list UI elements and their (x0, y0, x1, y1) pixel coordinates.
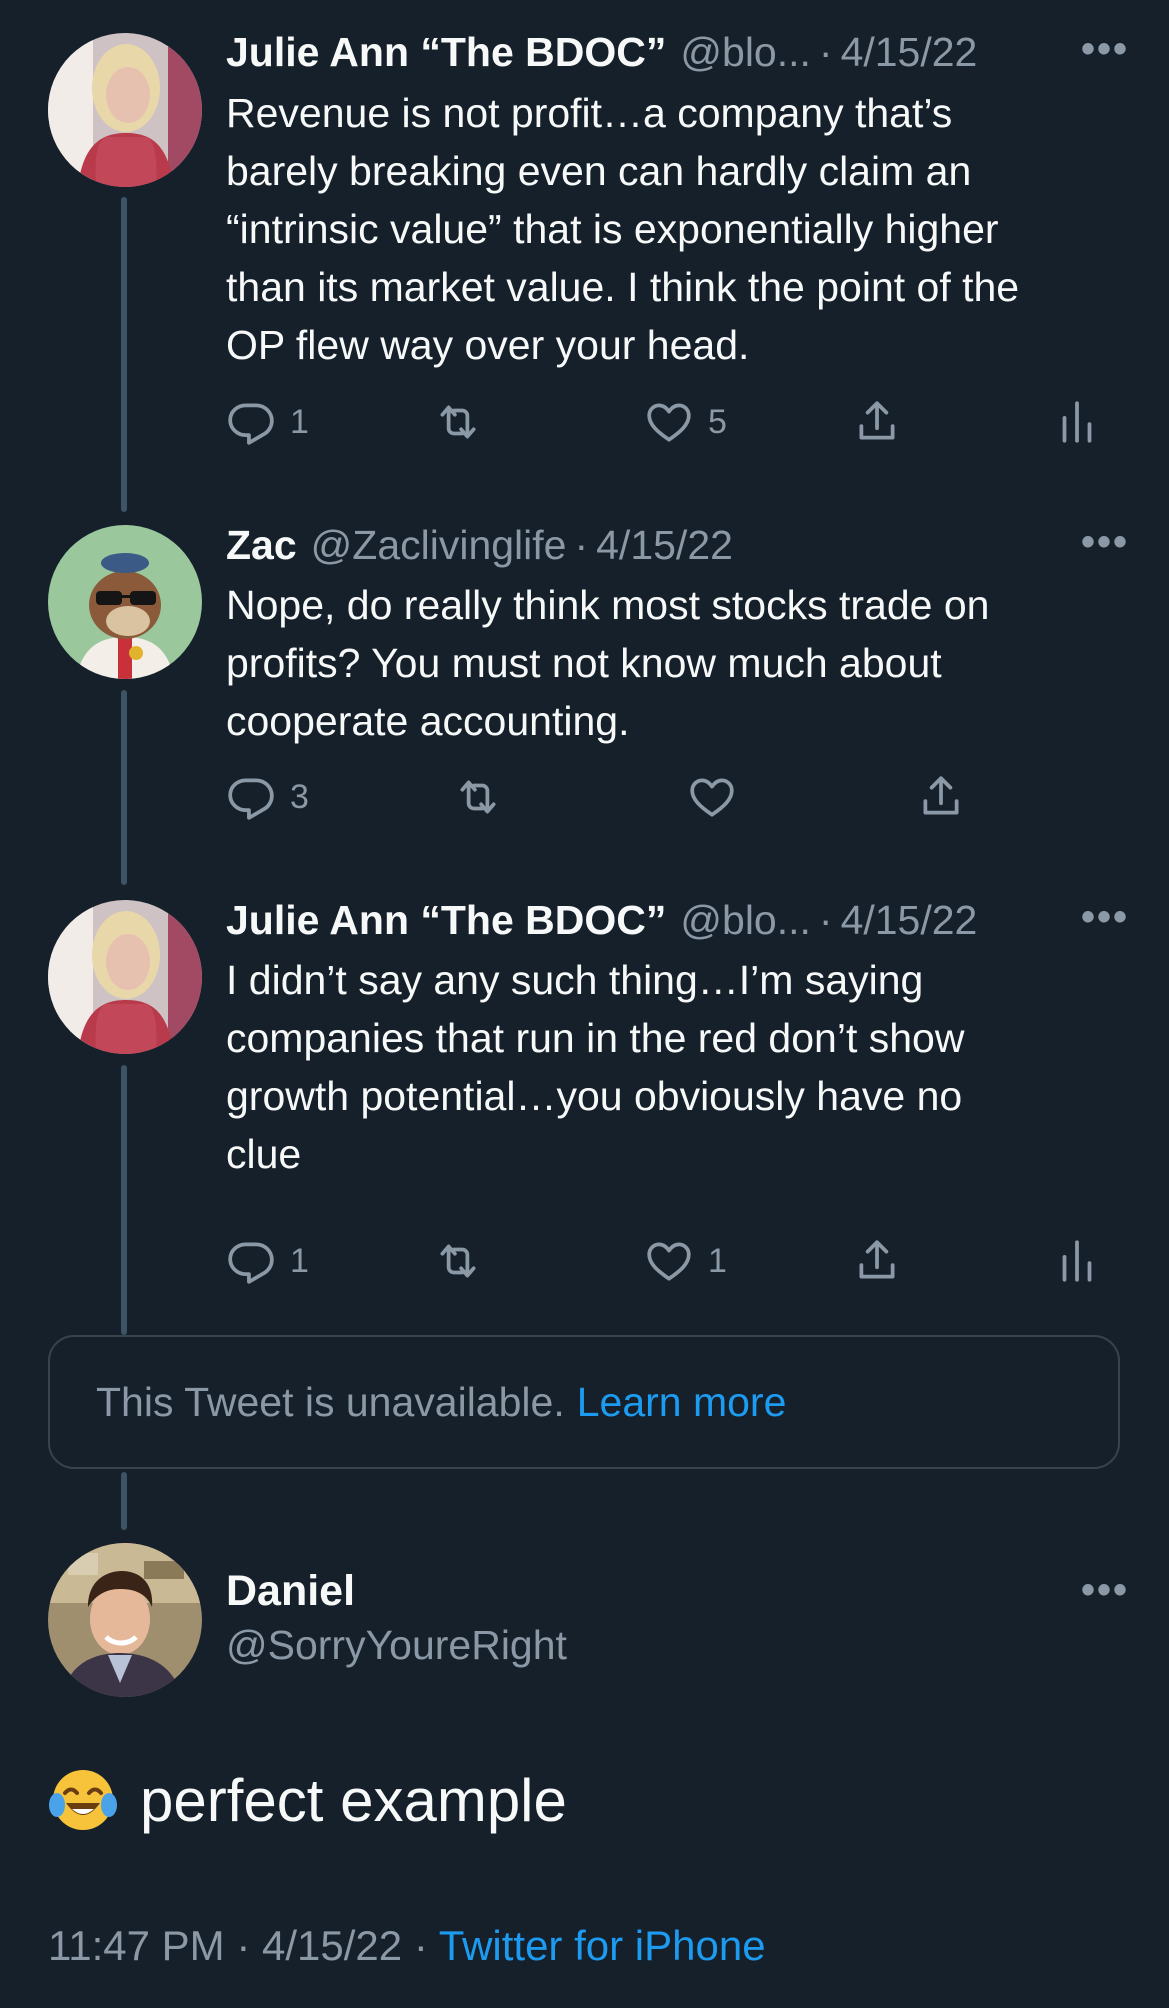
like-button[interactable] (687, 767, 737, 827)
share-button[interactable] (852, 1231, 902, 1291)
text-line: growth potential…you obviously have no (226, 1073, 963, 1119)
thread-line (121, 1472, 127, 1530)
tweet-text: Nope, do really think most stocks trade … (226, 576, 1129, 750)
share-icon (916, 772, 966, 822)
unavailable-tweet-notice: This Tweet is unavailable. Learn more (48, 1335, 1120, 1469)
like-count: 1 (708, 1241, 727, 1280)
like-icon (644, 1236, 694, 1286)
tweet-date[interactable]: 4/15/22 (841, 29, 978, 76)
thread-line (121, 690, 127, 885)
more-icon[interactable]: ••• (1081, 27, 1129, 72)
main-tweet-text: perfect example (48, 1765, 567, 1835)
analytics-icon (1052, 397, 1102, 447)
reply-button[interactable]: 1 (226, 392, 309, 452)
separator: · (236, 1922, 251, 1969)
tweet-actions: 3 (226, 767, 1116, 827)
tweet-header: Zac @Zaclivinglife · 4/15/22 ••• (226, 520, 1129, 570)
display-name[interactable]: Zac (226, 522, 297, 569)
separator: · (413, 1922, 428, 1969)
reply-icon (226, 772, 276, 822)
retweet-icon (453, 772, 503, 822)
text-line: barely breaking even can hardly claim an (226, 148, 972, 194)
separator: · (818, 28, 833, 75)
username[interactable]: @blo... (680, 29, 811, 76)
tweet-actions: 1 1 (226, 1231, 1116, 1291)
retweet-button[interactable] (433, 392, 483, 452)
share-icon (852, 1236, 902, 1286)
reply-tweet-2[interactable]: Zac @Zaclivinglife · 4/15/22 ••• Nope, d… (0, 520, 1169, 885)
tweet-metadata: 11:47 PM · 4/15/22 · Twitter for iPhone (48, 1922, 766, 1970)
reply-count: 3 (290, 777, 309, 816)
tweet-source-link[interactable]: Twitter for iPhone (439, 1922, 766, 1969)
tweet-date[interactable]: 4/15/22 (596, 522, 733, 569)
text-line: I didn’t say any such thing…I’m saying (226, 957, 924, 1003)
share-icon (852, 397, 902, 447)
retweet-icon (433, 1236, 483, 1286)
thread-line (121, 1065, 127, 1335)
analytics-button[interactable] (1052, 392, 1102, 452)
username[interactable]: @Zaclivinglife (311, 522, 567, 569)
tweet-date[interactable]: 4/15/22 (841, 897, 978, 944)
text-line: clue (226, 1131, 302, 1177)
display-name[interactable]: Julie Ann “The BDOC” (226, 29, 666, 76)
text-line: profits? You must not know much about (226, 640, 942, 686)
username[interactable]: @SorryYoureRight (226, 1622, 567, 1669)
reply-tweet-3[interactable]: Julie Ann “The BDOC” @blo... · 4/15/22 •… (0, 895, 1169, 1335)
tweet-text: Revenue is not profit…a company that’s b… (226, 84, 1129, 374)
tweet-header: Julie Ann “The BDOC” @blo... · 4/15/22 •… (226, 27, 1129, 77)
text-line: Nope, do really think most stocks trade … (226, 582, 990, 628)
username[interactable]: @blo... (680, 897, 811, 944)
display-name[interactable]: Daniel (226, 1567, 355, 1616)
like-icon (644, 397, 694, 447)
separator: · (818, 896, 833, 943)
more-icon[interactable]: ••• (1081, 895, 1129, 940)
display-name[interactable]: Julie Ann “The BDOC” (226, 897, 666, 944)
tweet-text: I didn’t say any such thing…I’m saying c… (226, 951, 1129, 1183)
reply-button[interactable]: 3 (226, 767, 309, 827)
text-line: OP flew way over your head. (226, 322, 750, 368)
like-button[interactable]: 5 (644, 392, 727, 452)
learn-more-link[interactable]: Learn more (577, 1379, 787, 1426)
reply-tweet-1[interactable]: Julie Ann “The BDOC” @blo... · 4/15/22 •… (0, 0, 1169, 520)
share-button[interactable] (852, 392, 902, 452)
analytics-button[interactable] (1052, 1231, 1102, 1291)
like-icon (687, 772, 737, 822)
text-line: than its market value. I think the point… (226, 264, 1020, 310)
tears-of-joy-emoji (49, 1770, 117, 1830)
more-icon[interactable]: ••• (1081, 520, 1129, 565)
text-line: companies that run in the red don’t show (226, 1015, 965, 1061)
thread-line (121, 197, 127, 512)
share-button[interactable] (916, 767, 966, 827)
retweet-icon (433, 397, 483, 447)
tweet-header: Julie Ann “The BDOC” @blo... · 4/15/22 •… (226, 895, 1129, 945)
like-count: 5 (708, 402, 727, 441)
tweet-actions: 1 5 (226, 392, 1116, 452)
text-line: cooperate accounting. (226, 698, 630, 744)
avatar[interactable] (48, 33, 202, 187)
separator: · (574, 521, 589, 568)
main-tweet-body: perfect example (140, 1766, 567, 1834)
avatar[interactable] (48, 900, 202, 1054)
tweet-date: 4/15/22 (262, 1922, 403, 1969)
reply-count: 1 (290, 1241, 309, 1280)
avatar[interactable] (48, 525, 202, 679)
unavailable-text: This Tweet is unavailable. (96, 1378, 565, 1425)
text-line: “intrinsic value” that is exponentially … (226, 206, 999, 252)
reply-count: 1 (290, 402, 309, 441)
text-line: Revenue is not profit…a company that’s (226, 90, 953, 136)
reply-icon (226, 397, 276, 447)
tweet-time: 11:47 PM (48, 1922, 225, 1969)
reply-button[interactable]: 1 (226, 1231, 309, 1291)
like-button[interactable]: 1 (644, 1231, 727, 1291)
more-icon[interactable]: ••• (1081, 1568, 1129, 1613)
analytics-icon (1052, 1236, 1102, 1286)
retweet-button[interactable] (453, 767, 503, 827)
reply-icon (226, 1236, 276, 1286)
avatar[interactable] (48, 1543, 202, 1697)
retweet-button[interactable] (433, 1231, 483, 1291)
